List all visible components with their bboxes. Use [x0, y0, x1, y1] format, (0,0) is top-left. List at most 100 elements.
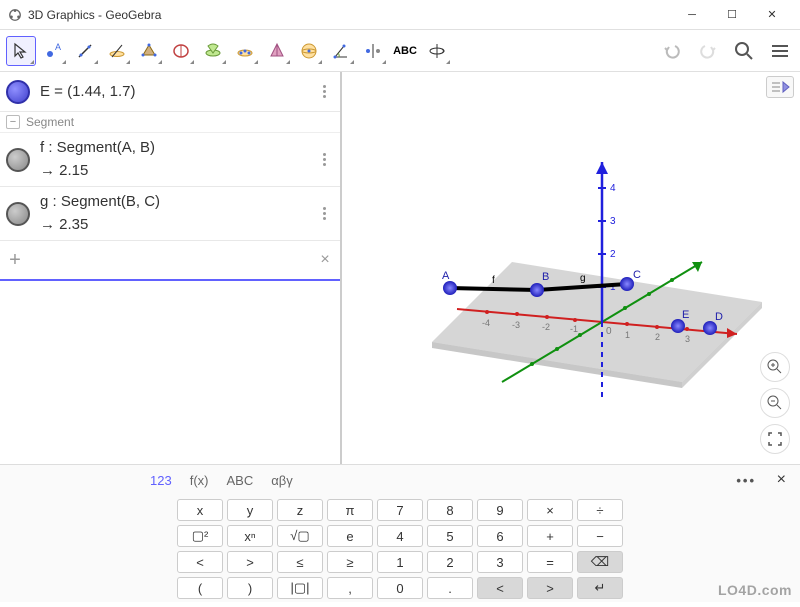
- svg-text:-4: -4: [482, 318, 490, 328]
- toolbar-right: [658, 37, 794, 65]
- keyboard-more-button[interactable]: •••: [736, 473, 756, 488]
- key-2[interactable]: 2: [427, 551, 473, 573]
- line-tool[interactable]: [70, 36, 100, 66]
- key-rparen[interactable]: ): [227, 577, 273, 599]
- key-le[interactable]: ≤: [277, 551, 323, 573]
- move-tool[interactable]: [6, 36, 36, 66]
- key-lt[interactable]: <: [177, 551, 223, 573]
- add-icon[interactable]: +: [0, 249, 30, 272]
- key-gt[interactable]: >: [227, 551, 273, 573]
- angle-tool[interactable]: [326, 36, 356, 66]
- key-z[interactable]: z: [277, 499, 323, 521]
- key-left[interactable]: <: [477, 577, 523, 599]
- menu-button[interactable]: [766, 37, 794, 65]
- key-1[interactable]: 1: [377, 551, 423, 573]
- reflect-tool[interactable]: [358, 36, 388, 66]
- key-comma[interactable]: ,: [327, 577, 373, 599]
- tab-fx[interactable]: f(x): [190, 473, 209, 488]
- svg-text:2: 2: [610, 249, 616, 260]
- svg-text:3: 3: [685, 334, 690, 344]
- redo-button[interactable]: [694, 37, 722, 65]
- app-icon: [8, 8, 22, 22]
- svg-text:-2: -2: [542, 322, 550, 332]
- key-7[interactable]: 7: [377, 499, 423, 521]
- sphere-tool[interactable]: [294, 36, 324, 66]
- key-equals[interactable]: =: [527, 551, 573, 573]
- key-enter[interactable]: ↵: [577, 577, 623, 599]
- keyboard-close-button[interactable]: ×: [777, 471, 786, 489]
- key-backspace[interactable]: ⌫: [577, 551, 623, 573]
- key-x[interactable]: x: [177, 499, 223, 521]
- key-pi[interactable]: π: [327, 499, 373, 521]
- algebra-view: E = (1.44, 1.7) − Segment f : Segment(A,…: [0, 72, 342, 464]
- zoom-out-button[interactable]: [760, 388, 790, 418]
- algebra-input-row[interactable]: + ×: [0, 241, 340, 281]
- polygon-tool[interactable]: [134, 36, 164, 66]
- point-tool[interactable]: A: [38, 36, 68, 66]
- svg-text:1: 1: [625, 330, 630, 340]
- key-right[interactable]: >: [527, 577, 573, 599]
- maximize-button[interactable]: ☐: [712, 1, 752, 29]
- fullscreen-button[interactable]: [760, 424, 790, 454]
- key-square[interactable]: ▢²: [177, 525, 223, 547]
- algebra-row-point[interactable]: E = (1.44, 1.7): [0, 72, 340, 112]
- clear-input-icon[interactable]: ×: [310, 251, 340, 269]
- key-5[interactable]: 5: [427, 525, 473, 547]
- minimize-button[interactable]: ─: [672, 1, 712, 29]
- text-tool[interactable]: ABC: [390, 36, 420, 66]
- key-plus[interactable]: +: [527, 525, 573, 547]
- key-divide[interactable]: ÷: [577, 499, 623, 521]
- key-minus[interactable]: −: [577, 525, 623, 547]
- perpendicular-tool[interactable]: [102, 36, 132, 66]
- key-9[interactable]: 9: [477, 499, 523, 521]
- rotate-view-tool[interactable]: [422, 36, 452, 66]
- point-e-definition: E = (1.44, 1.7): [40, 83, 314, 100]
- keyboard-panel: 123 f(x) ABC αβγ ••• × x y z π 7 8 9 × ÷…: [0, 464, 800, 602]
- row-menu-icon[interactable]: [314, 153, 334, 166]
- key-multiply[interactable]: ×: [527, 499, 573, 521]
- visibility-toggle[interactable]: [6, 148, 30, 172]
- key-6[interactable]: 6: [477, 525, 523, 547]
- algebra-row-segment-f[interactable]: f : Segment(A, B) → 2.15: [0, 133, 340, 187]
- 3d-scene[interactable]: -4 -3 -2 -1 1 2 3 1 2 3 4 0 f g: [342, 72, 798, 462]
- key-abs[interactable]: |▢|: [277, 577, 323, 599]
- key-e[interactable]: e: [327, 525, 373, 547]
- section-header-segment[interactable]: − Segment: [0, 112, 340, 133]
- keyboard-grid: x y z π 7 8 9 × ÷ ▢² xⁿ √▢ e 4 5 6 + − <…: [0, 495, 800, 607]
- svg-text:C: C: [633, 269, 641, 281]
- key-8[interactable]: 8: [427, 499, 473, 521]
- keyboard-tabs: 123 f(x) ABC αβγ ••• ×: [0, 465, 800, 495]
- key-power[interactable]: xⁿ: [227, 525, 273, 547]
- key-ge[interactable]: ≥: [327, 551, 373, 573]
- intersect-tool[interactable]: [198, 36, 228, 66]
- plane-tool[interactable]: [230, 36, 260, 66]
- svg-text:g: g: [580, 273, 586, 284]
- visibility-toggle[interactable]: [6, 80, 30, 104]
- tab-abc[interactable]: ABC: [226, 473, 253, 488]
- search-button[interactable]: [730, 37, 758, 65]
- tab-greek[interactable]: αβγ: [271, 473, 293, 488]
- algebra-row-segment-g[interactable]: g : Segment(B, C) → 2.35: [0, 187, 340, 241]
- 3d-graphics-view[interactable]: -4 -3 -2 -1 1 2 3 1 2 3 4 0 f g: [342, 72, 800, 464]
- collapse-icon[interactable]: −: [6, 115, 20, 129]
- key-0[interactable]: 0: [377, 577, 423, 599]
- key-3[interactable]: 3: [477, 551, 523, 573]
- tab-123[interactable]: 123: [150, 473, 172, 488]
- segment-g-content: g : Segment(B, C) → 2.35: [40, 191, 314, 236]
- pyramid-tool[interactable]: [262, 36, 292, 66]
- zoom-in-button[interactable]: [760, 352, 790, 382]
- key-lparen[interactable]: (: [177, 577, 223, 599]
- circle-tool[interactable]: [166, 36, 196, 66]
- key-sqrt[interactable]: √▢: [277, 525, 323, 547]
- row-menu-icon[interactable]: [314, 207, 334, 220]
- toolbar: A ABC: [0, 30, 800, 72]
- key-y[interactable]: y: [227, 499, 273, 521]
- row-menu-icon[interactable]: [314, 85, 334, 98]
- svg-text:0: 0: [606, 326, 612, 337]
- undo-button[interactable]: [658, 37, 686, 65]
- key-4[interactable]: 4: [377, 525, 423, 547]
- close-window-button[interactable]: ✕: [752, 1, 792, 29]
- window-title: 3D Graphics - GeoGebra: [28, 8, 672, 22]
- key-dot[interactable]: .: [427, 577, 473, 599]
- visibility-toggle[interactable]: [6, 202, 30, 226]
